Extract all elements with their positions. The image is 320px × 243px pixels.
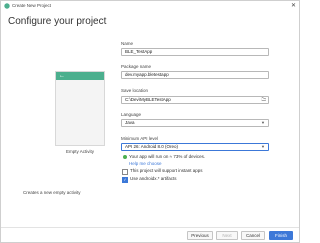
browse-folder-icon[interactable]: 🗀 (262, 97, 267, 103)
cancel-button[interactable]: Cancel (241, 231, 265, 240)
androidx-label: Use androidx.* artifacts (130, 176, 177, 181)
language-label: Language (121, 112, 142, 117)
save-location-value: C:\Dev\MyBLETestApp (125, 97, 171, 102)
create-project-window: Create New Project ✕ Configure your proj… (0, 0, 300, 243)
instant-apps-checkbox[interactable] (122, 169, 128, 175)
back-arrow-icon: ← (59, 73, 65, 79)
package-label: Package name (121, 64, 152, 69)
save-location-label: Save location (121, 88, 149, 93)
window-title: Create New Project (12, 3, 52, 8)
next-button[interactable]: Next (216, 231, 238, 240)
title-bar: Create New Project ✕ (1, 1, 299, 11)
instant-apps-label: This project will support instant apps (130, 168, 203, 173)
package-field[interactable]: dev.myapp.bletestapp (121, 71, 269, 79)
min-api-value: API 26: Android 8.0 (Oreo) (125, 144, 179, 149)
name-label: Name (121, 41, 134, 46)
finish-button[interactable]: Finish (269, 231, 293, 240)
page-title: Configure your project (8, 16, 107, 27)
android-studio-icon (4, 3, 10, 9)
androidx-checkbox[interactable]: ✓ (122, 177, 128, 183)
help-me-choose-link[interactable]: Help me choose (129, 161, 162, 166)
previous-button[interactable]: Previous (187, 231, 213, 240)
name-field[interactable]: BLE_TestApp (121, 48, 269, 56)
save-location-field[interactable]: C:\Dev\MyBLETestApp 🗀 (121, 96, 269, 104)
close-icon[interactable]: ✕ (291, 1, 296, 11)
chevron-down-icon: ▼ (261, 144, 265, 149)
footer-divider (1, 227, 299, 228)
template-preview: ← (55, 71, 105, 146)
min-api-label: Minimum API level (121, 136, 159, 141)
chevron-down-icon: ▼ (261, 120, 265, 125)
api-coverage-text: Your app will run on ≈ 73% of devices. (129, 154, 206, 159)
template-description: Creates a new empty activity (23, 190, 81, 195)
check-icon (123, 155, 127, 159)
template-app-bar: ← (56, 72, 104, 80)
language-select[interactable]: Java ▼ (121, 119, 269, 127)
language-value: Java (125, 120, 135, 125)
min-api-select[interactable]: API 26: Android 8.0 (Oreo) ▼ (121, 143, 269, 151)
template-name: Empty Activity (65, 149, 94, 154)
